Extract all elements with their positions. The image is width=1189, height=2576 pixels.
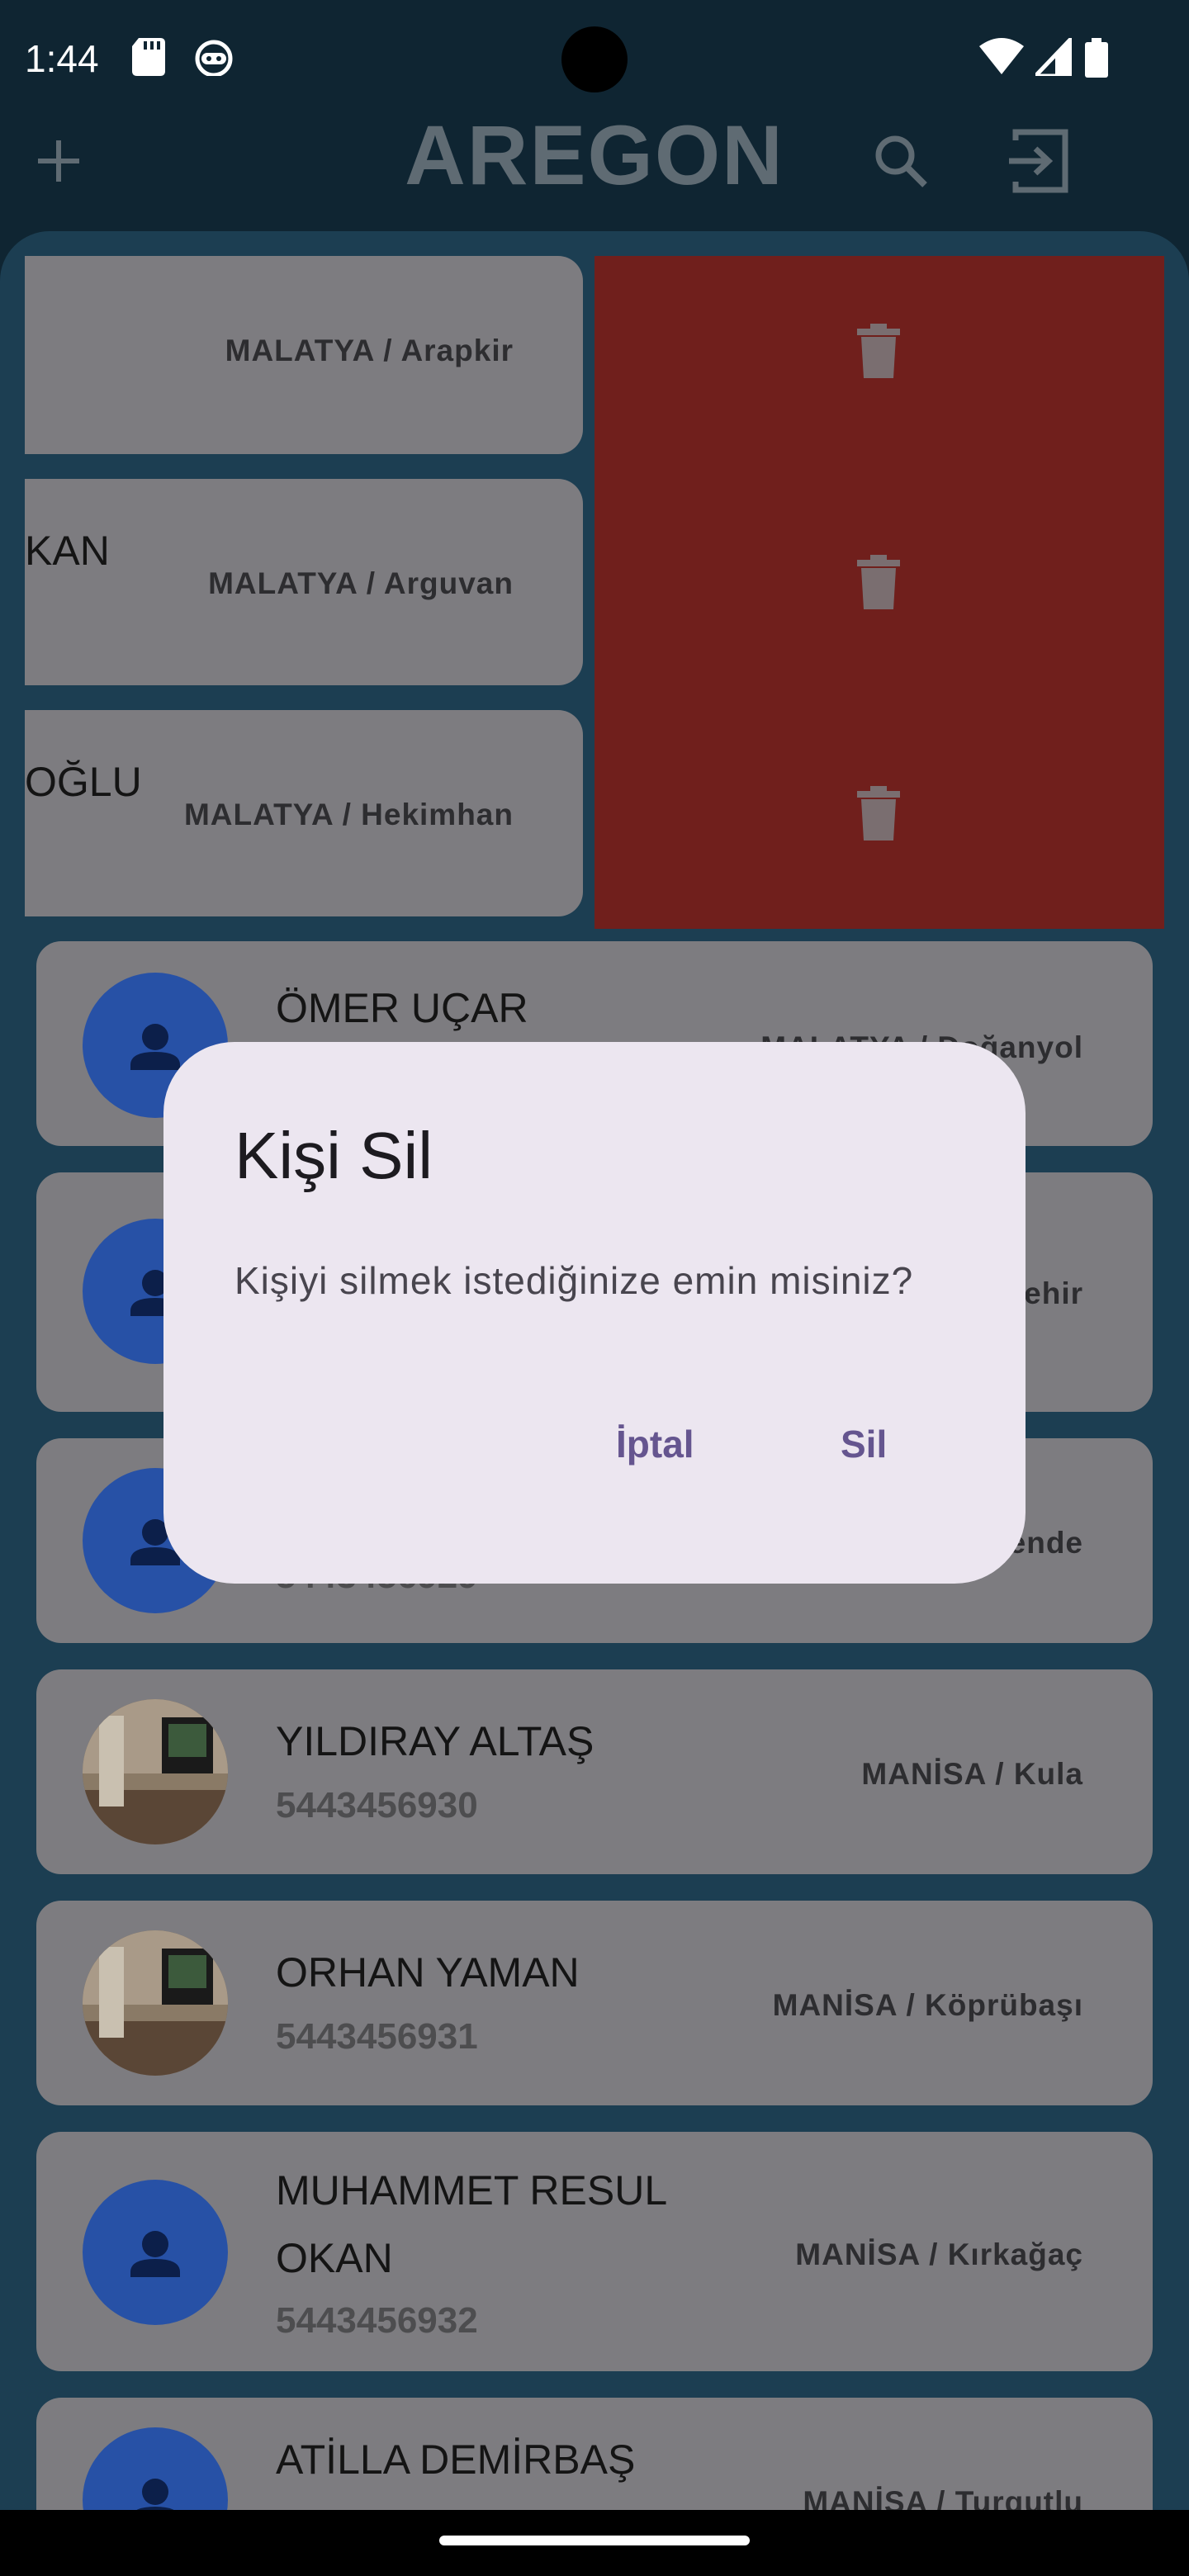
trash-icon[interactable] <box>857 786 900 841</box>
camera-cutout <box>561 26 628 92</box>
dialog-title: Kişi Sil <box>234 1119 433 1192</box>
cancel-button[interactable]: İptal <box>616 1422 694 1466</box>
contact-name: ATİLLA DEMİRBAŞ <box>276 2436 636 2483</box>
list-item-swiped[interactable]: MALATYA / Arapkir <box>25 256 583 454</box>
sd-card-icon <box>132 38 165 76</box>
list-item[interactable]: YILDIRAY ALTAŞ 5443456930 MANİSA / Kula <box>36 1669 1153 1874</box>
person-icon <box>130 2231 180 2277</box>
item-location: MALATYA / Hekimhan <box>183 798 514 831</box>
delete-contact-dialog: Kişi Sil Kişiyi silmek istediğinize emin… <box>163 1042 1026 1584</box>
contact-name-line1: MUHAMMET RESUL <box>276 2167 668 2214</box>
item-name: OĞLU <box>25 759 142 805</box>
contact-location: ehir <box>1024 1276 1083 1310</box>
contact-phone: 5443456932 <box>276 2300 478 2341</box>
trash-icon[interactable] <box>857 555 900 609</box>
contact-phone: 5443456930 <box>276 1785 478 1825</box>
confirm-delete-button[interactable]: Sil <box>841 1422 887 1466</box>
list-item-swiped[interactable]: OĞLU MALATYA / Hekimhan <box>25 710 583 916</box>
avatar-photo <box>83 1699 228 1844</box>
avatar <box>83 2180 228 2325</box>
cell-signal-icon <box>1035 38 1072 76</box>
dialog-message: Kişiyi silmek istediğinize emin misiniz? <box>234 1259 914 1302</box>
room-photo-icon <box>83 1930 228 2076</box>
trash-icon[interactable] <box>857 324 900 378</box>
contact-name-line2: OKAN <box>276 2235 393 2281</box>
contact-location: MANİSA / Kırkağaç <box>795 2237 1083 2271</box>
contact-location: MANİSA / Kula <box>861 1757 1083 1791</box>
list-item[interactable]: MUHAMMET RESUL OKAN 5443456932 MANİSA / … <box>36 2132 1153 2371</box>
contact-location: MANİSA / Köprübaşı <box>772 1988 1083 2022</box>
item-name: KAN <box>25 528 110 574</box>
item-location: MALATYA / Arapkir <box>225 334 514 367</box>
contact-phone: 5443456931 <box>276 2016 478 2057</box>
contact-name: YILDIRAY ALTAŞ <box>276 1718 594 1764</box>
battery-icon <box>1085 38 1108 78</box>
list-item-swiped[interactable]: KAN MALATYA / Arguvan <box>25 479 583 685</box>
contact-name: ORHAN YAMAN <box>276 1949 580 1996</box>
android-face-icon <box>195 40 233 76</box>
logout-icon[interactable] <box>1004 124 1078 198</box>
app-bar: AREGON <box>0 107 1189 215</box>
item-location: MALATYA / Arguvan <box>208 566 514 600</box>
search-icon[interactable] <box>864 124 938 198</box>
room-photo-icon <box>83 1699 228 1844</box>
status-time: 1:44 <box>25 37 99 80</box>
status-bar: 1:44 <box>0 0 1189 116</box>
list-item[interactable]: ORHAN YAMAN 5443456931 MANİSA / Köprübaş… <box>36 1901 1153 2105</box>
contact-name: ÖMER UÇAR <box>276 985 528 1031</box>
gesture-handle[interactable] <box>439 2536 750 2545</box>
avatar-photo <box>83 1930 228 2076</box>
wifi-icon <box>979 38 1024 74</box>
